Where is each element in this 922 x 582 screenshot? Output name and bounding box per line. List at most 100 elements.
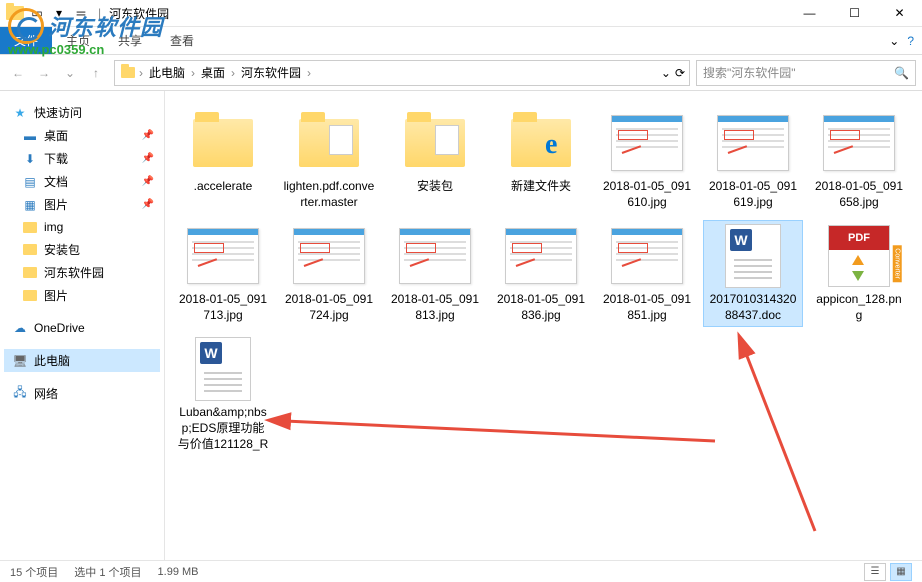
status-selected: 选中 1 个项目 — [74, 564, 141, 580]
window-title: 河东软件园 — [109, 5, 169, 22]
sidebar-item-hedong[interactable]: 河东软件园 — [4, 261, 160, 284]
content-area[interactable]: .accelerate lighten.pdf.converter.master 安… — [165, 91, 922, 560]
chevron-right-icon[interactable]: › — [189, 66, 197, 80]
breadcrumb-current[interactable]: 河东软件园 — [237, 62, 305, 83]
status-size: 1.99 MB — [158, 566, 199, 578]
file-label: 2018-01-05_091610.jpg — [601, 179, 693, 210]
file-item[interactable]: Luban&amp;nbsp;EDS原理功能与价值121128_Rotat... — [173, 333, 273, 457]
shot-thumb — [289, 224, 369, 288]
nav-recent-dropdown[interactable]: ⌄ — [58, 61, 82, 85]
nav-forward-button[interactable]: → — [32, 61, 56, 85]
ribbon-view-tab[interactable]: 查看 — [156, 26, 208, 55]
sidebar: ★ 快速访问 ▬ 桌面 📌 ⬇ 下载 📌 ▤ 文档 📌 ▦ 图片 📌 img — [0, 91, 165, 560]
file-item[interactable]: lighten.pdf.converter.master — [279, 107, 379, 214]
document-icon: ▤ — [22, 174, 38, 190]
folder-doc-thumb — [395, 111, 475, 175]
view-icons-button[interactable]: ▦ — [890, 563, 912, 581]
chevron-right-icon[interactable]: › — [229, 66, 237, 80]
star-icon: ★ — [12, 105, 28, 121]
sidebar-onedrive[interactable]: ☁ OneDrive — [4, 317, 160, 339]
chevron-right-icon[interactable]: › — [137, 66, 145, 80]
address-dropdown-icon[interactable]: ⌄ — [661, 66, 671, 80]
download-icon: ⬇ — [22, 151, 38, 167]
ribbon-file-tab[interactable]: 文件 — [0, 27, 52, 54]
ribbon-expand-icon[interactable]: ⌄ — [889, 34, 899, 48]
qat-properties-icon[interactable]: ▭ — [28, 4, 46, 22]
pdf-icon-thumb: PDFConverter — [819, 224, 899, 288]
file-item[interactable]: PDFConverter appicon_128.png — [809, 220, 909, 327]
file-item[interactable]: 2018-01-05_091619.jpg — [703, 107, 803, 214]
file-item[interactable]: 2018-01-05_091713.jpg — [173, 220, 273, 327]
ribbon-share-tab[interactable]: 共享 — [104, 26, 156, 55]
chevron-right-icon[interactable]: › — [305, 66, 313, 80]
docx-thumb — [713, 224, 793, 288]
file-item[interactable]: 2018-01-05_091813.jpg — [385, 220, 485, 327]
file-label: 2018-01-05_091813.jpg — [389, 292, 481, 323]
shot-thumb — [607, 111, 687, 175]
file-label: 2018-01-05_091836.jpg — [495, 292, 587, 323]
sidebar-item-img[interactable]: img — [4, 216, 160, 238]
nav-back-button[interactable]: ← — [6, 61, 30, 85]
qat-dropdown-icon[interactable]: ▾ — [50, 4, 68, 22]
close-button[interactable]: ✕ — [877, 0, 922, 27]
shot-thumb — [183, 224, 263, 288]
picture-icon: ▦ — [22, 197, 38, 213]
pin-icon: 📌 — [142, 199, 154, 210]
search-placeholder: 搜索"河东软件园" — [703, 64, 894, 81]
maximize-button[interactable]: ☐ — [832, 0, 877, 27]
file-item[interactable]: 新建文件夹 — [491, 107, 591, 214]
address-bar[interactable]: › 此电脑 › 桌面 › 河东软件园 › ⌄ ⟳ — [114, 60, 690, 86]
sidebar-network[interactable]: 🖧 网络 — [4, 382, 160, 405]
pin-icon: 📌 — [142, 130, 154, 141]
search-icon: 🔍 — [894, 66, 909, 80]
refresh-icon[interactable]: ⟳ — [675, 66, 685, 80]
pin-icon: 📌 — [142, 153, 154, 164]
help-icon[interactable]: ? — [907, 34, 914, 48]
folder-icon — [22, 288, 38, 304]
file-item[interactable]: 2018-01-05_091836.jpg — [491, 220, 591, 327]
file-item[interactable]: 2018-01-05_091610.jpg — [597, 107, 697, 214]
sidebar-item-pictures2[interactable]: 图片 — [4, 284, 160, 307]
sidebar-item-install[interactable]: 安装包 — [4, 238, 160, 261]
nav-up-button[interactable]: ↑ — [84, 61, 108, 85]
file-item[interactable]: 安装包 — [385, 107, 485, 214]
search-input[interactable]: 搜索"河东软件园" 🔍 — [696, 60, 916, 86]
file-item[interactable]: 201701031432088437.doc — [703, 220, 803, 327]
file-label: appicon_128.png — [813, 292, 905, 323]
file-label: 2018-01-05_091658.jpg — [813, 179, 905, 210]
breadcrumb-desktop[interactable]: 桌面 — [197, 62, 229, 83]
sidebar-item-label: 桌面 — [44, 127, 68, 144]
file-label: Luban&amp;nbsp;EDS原理功能与价值121128_Rotat... — [177, 405, 269, 453]
shot-thumb — [713, 111, 793, 175]
sidebar-thispc[interactable]: 🖥 此电脑 — [4, 349, 160, 372]
qat-new-icon[interactable]: ＝ — [72, 4, 90, 22]
network-icon: 🖧 — [12, 386, 28, 402]
status-bar: 15 个项目 选中 1 个项目 1.99 MB ☰ ▦ — [0, 560, 922, 582]
folder-edge-thumb — [501, 111, 581, 175]
title-separator: | — [98, 6, 101, 20]
sidebar-item-label: 图片 — [44, 196, 68, 213]
view-details-button[interactable]: ☰ — [864, 563, 886, 581]
file-item[interactable]: 2018-01-05_091851.jpg — [597, 220, 697, 327]
file-label: lighten.pdf.converter.master — [283, 179, 375, 210]
sidebar-quick-access[interactable]: ★ 快速访问 — [4, 101, 160, 124]
sidebar-item-desktop[interactable]: ▬ 桌面 📌 — [4, 124, 160, 147]
sidebar-label: 网络 — [34, 385, 58, 402]
sidebar-item-label: 文档 — [44, 173, 68, 190]
title-bar: ▭ ▾ ＝ | 河东软件园 — ☐ ✕ — [0, 0, 922, 27]
file-item[interactable]: 2018-01-05_091724.jpg — [279, 220, 379, 327]
sidebar-item-pictures[interactable]: ▦ 图片 📌 — [4, 193, 160, 216]
file-item[interactable]: .accelerate — [173, 107, 273, 214]
pc-icon: 🖥 — [12, 353, 28, 369]
file-label: 201701031432088437.doc — [707, 292, 799, 323]
docx-thumb — [183, 337, 263, 401]
sidebar-label: OneDrive — [34, 321, 85, 335]
breadcrumb-thispc[interactable]: 此电脑 — [145, 62, 189, 83]
file-item[interactable]: 2018-01-05_091658.jpg — [809, 107, 909, 214]
sidebar-label: 快速访问 — [34, 104, 82, 121]
sidebar-item-downloads[interactable]: ⬇ 下载 📌 — [4, 147, 160, 170]
folder-icon — [6, 4, 24, 22]
minimize-button[interactable]: — — [787, 0, 832, 27]
ribbon-home-tab[interactable]: 主页 — [52, 26, 104, 55]
sidebar-item-documents[interactable]: ▤ 文档 📌 — [4, 170, 160, 193]
